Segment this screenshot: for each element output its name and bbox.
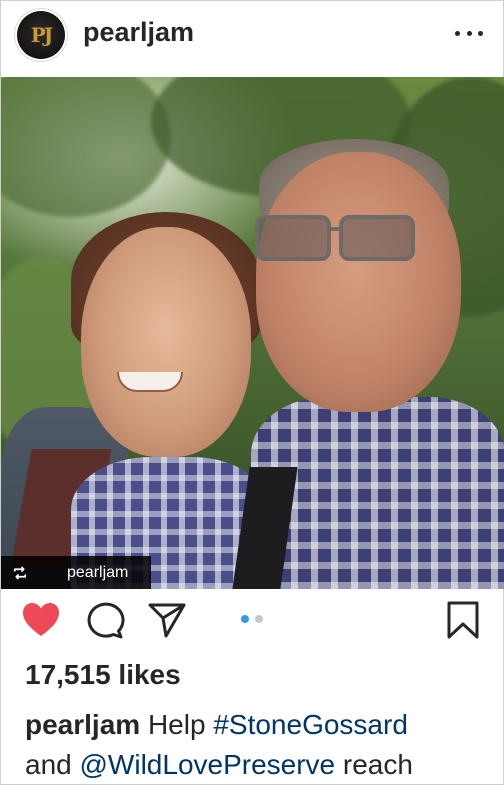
comment-icon [87, 602, 125, 639]
avatar-logo: PJ [30, 23, 53, 47]
post-header: PJ pearljam [1, 1, 504, 77]
more-dot [455, 30, 460, 36]
repost-icon [13, 565, 27, 580]
man-glasses [251, 207, 426, 261]
likes-count[interactable]: 17,515 likes [25, 659, 181, 691]
glasses-lens [255, 215, 331, 261]
repost-username: pearljam [67, 563, 129, 581]
caption-username[interactable]: pearljam [25, 709, 140, 740]
caption-mention[interactable]: @WildLovePreserve [80, 749, 336, 780]
carousel-dot-active [241, 615, 249, 623]
like-button[interactable] [21, 601, 61, 639]
caption-text: Help [140, 709, 214, 740]
more-dot [478, 30, 483, 36]
post-photo[interactable]: pearljam [1, 77, 504, 589]
post-username[interactable]: pearljam [83, 17, 194, 48]
carousel-indicator [241, 615, 263, 623]
comment-button[interactable] [85, 601, 125, 639]
more-options-icon[interactable] [455, 23, 483, 43]
carousel-dot [255, 615, 263, 623]
paper-plane-icon [148, 603, 186, 638]
man-face [256, 152, 461, 412]
caption-text: and [25, 749, 80, 780]
woman-face [81, 227, 251, 457]
glasses-lens [339, 215, 415, 261]
avatar[interactable]: PJ [17, 11, 65, 59]
caption-text: reach [335, 749, 413, 780]
caption-hashtag[interactable]: #StoneGossard [213, 709, 408, 740]
foliage [1, 77, 171, 217]
woman-smile [117, 372, 183, 392]
more-dot [466, 30, 472, 36]
post-actions [1, 589, 504, 649]
save-button[interactable] [443, 601, 483, 639]
heart-icon [23, 603, 59, 636]
share-button[interactable] [147, 601, 187, 639]
repost-tag[interactable]: pearljam [1, 556, 151, 589]
post-caption: pearljam Help #StoneGossard and @WildLove… [25, 705, 495, 785]
bookmark-icon [447, 601, 479, 639]
